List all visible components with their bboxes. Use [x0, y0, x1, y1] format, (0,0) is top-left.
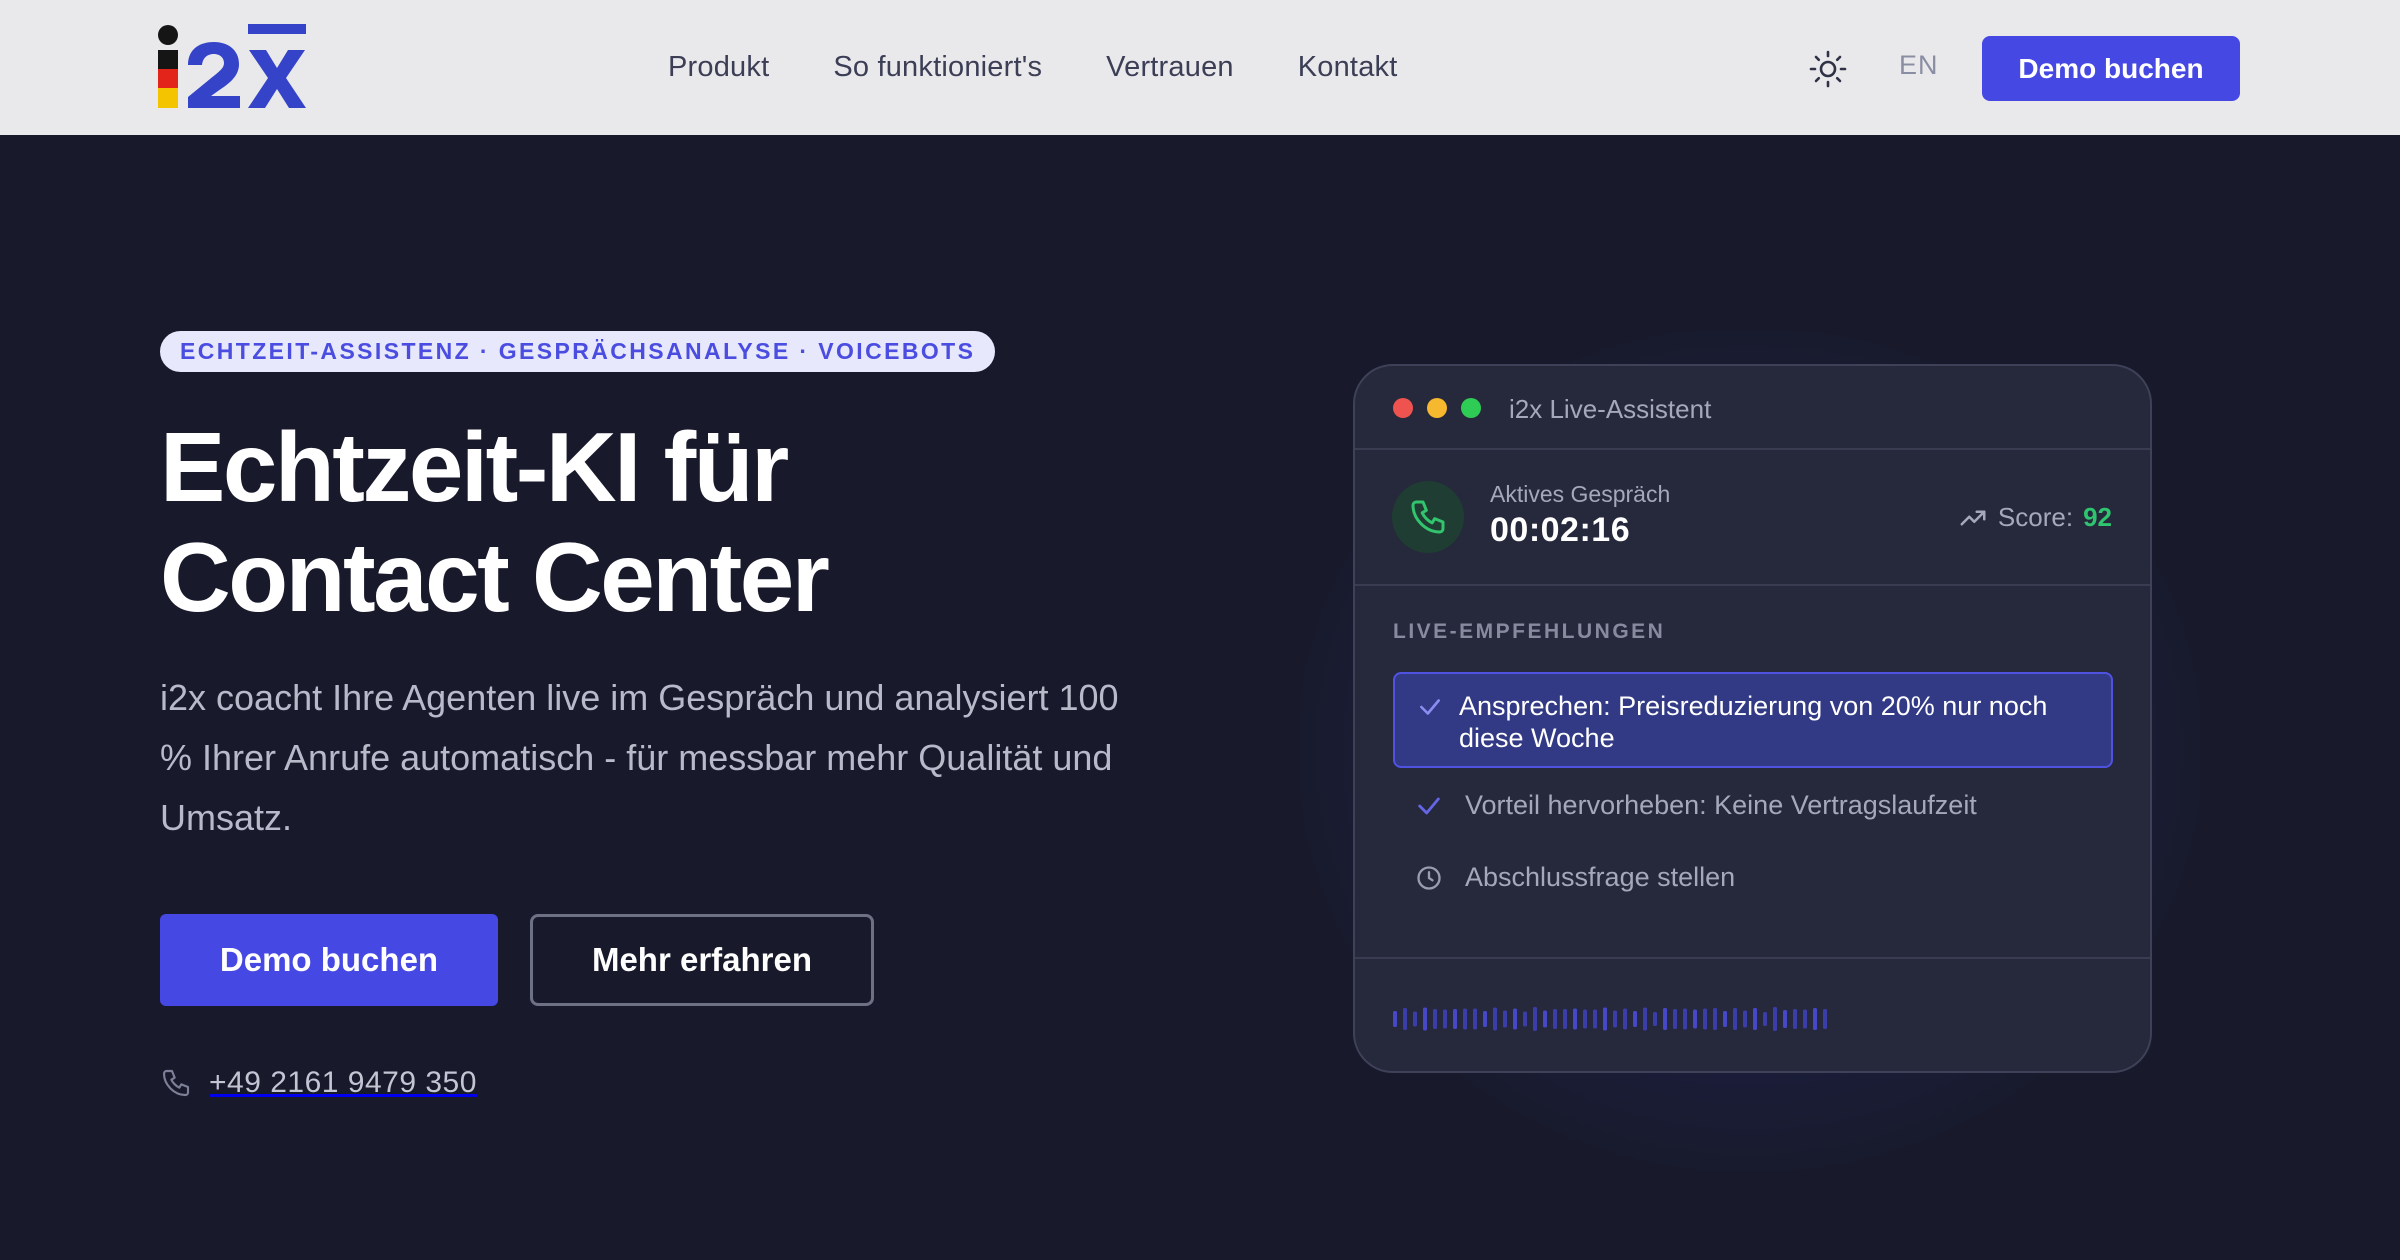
- waveform-bar: [1683, 1008, 1687, 1030]
- waveform-bar: [1733, 1008, 1737, 1030]
- check-icon: [1420, 699, 1440, 715]
- language-switch[interactable]: EN: [1899, 50, 1939, 81]
- waveform-bar: [1463, 1008, 1467, 1030]
- waveform-bar: [1643, 1007, 1647, 1031]
- waveform-bar: [1483, 1011, 1487, 1027]
- recommendation-done[interactable]: Vorteil hervorheben: Keine Vertragslaufz…: [1415, 790, 1977, 821]
- score-label: Score:: [1997, 502, 2074, 532]
- hero-title-line2: Contact Center: [160, 522, 830, 632]
- waveform-bar: [1403, 1008, 1407, 1030]
- waveform-bar: [1573, 1008, 1577, 1030]
- waveform-bar: [1623, 1008, 1627, 1030]
- window-close-dot: [1393, 398, 1413, 418]
- nav-link-produkt[interactable]: Produkt: [668, 51, 769, 84]
- waveform-bar: [1693, 1009, 1697, 1029]
- waveform-bar: [1553, 1009, 1557, 1029]
- waveform-bar: [1663, 1008, 1667, 1030]
- site-header: Produkt So funktioniert's Vertrauen Kont…: [0, 0, 2400, 135]
- waveform-bar: [1603, 1007, 1607, 1031]
- waveform-bar: [1613, 1010, 1617, 1028]
- phone-icon: [162, 1069, 190, 1097]
- waveform-bar: [1423, 1007, 1427, 1031]
- waveform-bar: [1473, 1008, 1477, 1030]
- waveform-bar: [1753, 1008, 1757, 1030]
- live-assistant-card: i2x Live-Assistent Aktives Gespräch 00:0…: [1353, 364, 2152, 1073]
- audio-waveform-icon: [1393, 1007, 1827, 1031]
- waveform-bar: [1453, 1009, 1457, 1029]
- call-status-label: Aktives Gespräch: [1490, 481, 1671, 507]
- card-titlebar: i2x Live-Assistent: [1355, 366, 2150, 450]
- nav-link-so-funktionierts[interactable]: So funktioniert's: [833, 51, 1042, 84]
- recommendation-text: Vorteil hervorheben: Keine Vertragslaufz…: [1465, 790, 1977, 820]
- phone-number: +49 2161 9479 350: [209, 1066, 477, 1099]
- nav-link-kontakt[interactable]: Kontakt: [1298, 51, 1398, 84]
- check-icon: [1418, 797, 1440, 814]
- waveform-bar: [1653, 1012, 1657, 1026]
- recommendation-active[interactable]: Ansprechen: Preisreduzierung von 20% nur…: [1393, 672, 2113, 768]
- waveform-bar: [1803, 1009, 1807, 1029]
- waveform-bar: [1593, 1009, 1597, 1029]
- waveform-bar: [1793, 1009, 1797, 1029]
- score-display: Score: 92: [1958, 502, 2112, 533]
- waveform-bar: [1523, 1011, 1527, 1027]
- score-value: 92: [2083, 502, 2112, 532]
- waveform-bar: [1543, 1010, 1547, 1028]
- learn-more-button[interactable]: Mehr erfahren: [530, 914, 874, 1006]
- window-maximize-dot: [1461, 398, 1481, 418]
- waveform-bar: [1503, 1010, 1507, 1028]
- waveform-bar: [1823, 1009, 1827, 1029]
- main-nav: Produkt So funktioniert's Vertrauen Kont…: [668, 0, 1397, 135]
- header-demo-button[interactable]: Demo buchen: [1982, 36, 2240, 101]
- active-call-row: Aktives Gespräch 00:02:16 Score: 92: [1355, 450, 2150, 586]
- waveform-bar: [1783, 1010, 1787, 1028]
- waveform-bar: [1813, 1008, 1817, 1030]
- waveform-bar: [1443, 1009, 1447, 1029]
- waveform-bar: [1533, 1007, 1537, 1031]
- waveform-bar: [1713, 1008, 1717, 1030]
- recommendation-text: Ansprechen: Preisreduzierung von 20% nur…: [1459, 691, 2048, 753]
- trending-up-icon: [1960, 510, 1986, 525]
- hero-title: Echtzeit-KI für Contact Center: [160, 412, 1140, 632]
- call-timer: 00:02:16: [1490, 511, 1631, 549]
- waveform-bar: [1393, 1011, 1397, 1027]
- waveform-bar: [1433, 1009, 1437, 1029]
- waveform-bar: [1413, 1011, 1417, 1027]
- recommendation-pending[interactable]: Abschlussfrage stellen: [1415, 862, 1735, 893]
- waveform-bar: [1563, 1009, 1567, 1029]
- waveform-bar: [1763, 1012, 1767, 1026]
- recommendation-text: Abschlussfrage stellen: [1465, 862, 1736, 892]
- waveform-bar: [1723, 1011, 1727, 1027]
- waveform-bar: [1583, 1009, 1587, 1029]
- waveform-bar: [1773, 1007, 1777, 1031]
- sun-icon: [1809, 50, 1847, 88]
- clock-icon: [1417, 865, 1441, 890]
- theme-toggle-button[interactable]: [1808, 49, 1848, 89]
- waveform-bar: [1493, 1007, 1497, 1031]
- recommendations-heading: LIVE-EMPFEHLUNGEN: [1393, 620, 1666, 643]
- call-icon-circle: [1392, 481, 1464, 553]
- demo-button[interactable]: Demo buchen: [160, 914, 498, 1006]
- hero-lead: i2x coacht Ihre Agenten live im Gespräch…: [160, 677, 1119, 838]
- card-divider: [1355, 957, 2150, 959]
- logo[interactable]: [158, 24, 306, 112]
- phone-icon: [1411, 500, 1445, 534]
- waveform-bar: [1673, 1009, 1677, 1029]
- window-minimize-dot: [1427, 398, 1447, 418]
- phone-link[interactable]: +49 2161 9479 350: [160, 1066, 477, 1100]
- waveform-bar: [1633, 1011, 1637, 1027]
- waveform-bar: [1703, 1008, 1707, 1030]
- waveform-bar: [1743, 1010, 1747, 1028]
- hero-badge: ECHTZEIT-ASSISTENZ · GESPRÄCHSANALYSE · …: [160, 331, 996, 372]
- hero-title-line1: Echtzeit-KI für: [160, 412, 789, 522]
- nav-link-vertrauen[interactable]: Vertrauen: [1106, 51, 1234, 84]
- waveform-bar: [1513, 1008, 1517, 1030]
- i2x-logo-icon: [158, 24, 306, 108]
- card-title: i2x Live-Assistent: [1509, 394, 1712, 424]
